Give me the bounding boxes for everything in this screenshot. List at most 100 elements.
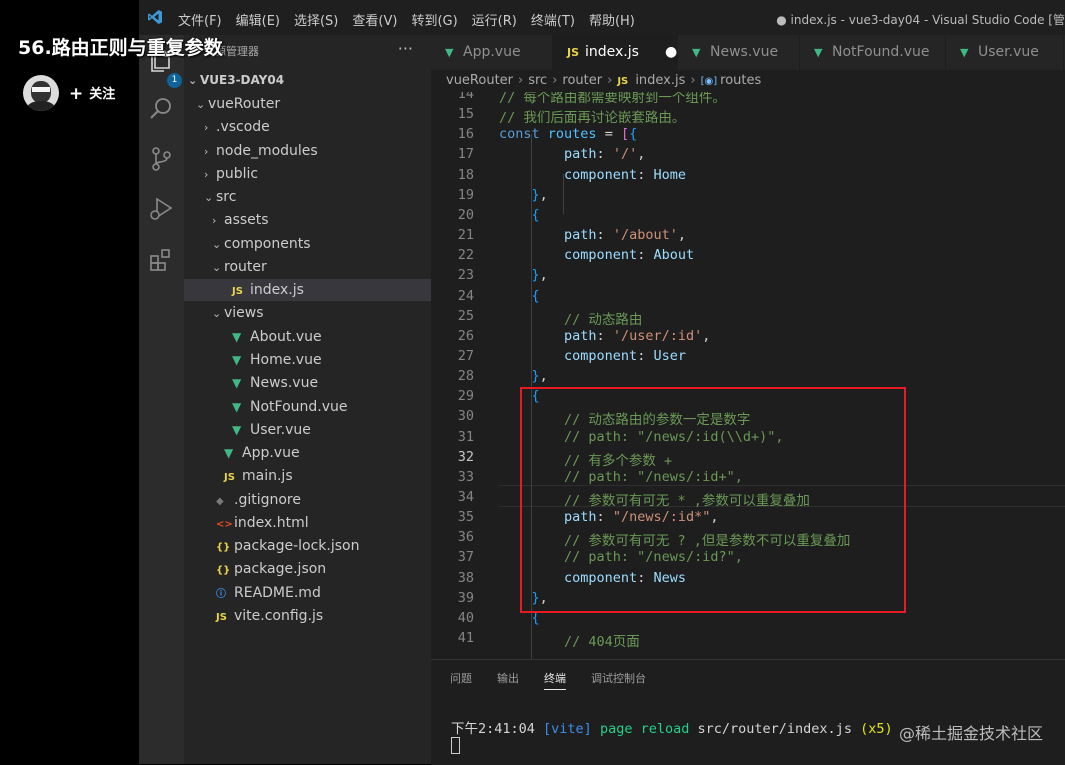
tab-index-js[interactable]: JS index.js ● <box>553 35 678 70</box>
tree-item-label: package-lock.json <box>234 538 360 555</box>
tree-item[interactable]: {} package-lock.json <box>184 535 431 557</box>
tree-item-label: components <box>224 235 311 252</box>
terminal-path: src/router/index.js <box>697 721 852 737</box>
terminal-output[interactable]: 下午2:41:04 [vite] page reload src/router/… <box>451 717 893 737</box>
tree-item-label: About.vue <box>250 328 322 345</box>
tree-item[interactable]: {} package.json <box>184 558 431 580</box>
extensions-icon[interactable] <box>147 245 175 273</box>
code-token: // 404页面 <box>564 634 640 651</box>
tree-item-label: README.md <box>234 584 321 601</box>
line-number: 35 <box>457 509 474 526</box>
code-line: component: Home <box>499 167 686 183</box>
tree-item[interactable]: ⓘ README.md <box>184 582 431 604</box>
tree-item[interactable]: JS main.js <box>184 465 431 487</box>
tree-item[interactable]: ⌄ components <box>184 233 431 255</box>
line-number: 41 <box>457 630 474 647</box>
title-bar: 文件(F) 编辑(E) 选择(S) 查看(V) 转到(G) 运行(R) 终端(T) 帮助(H)… <box>139 0 1065 35</box>
code-line: path: '/', <box>499 146 645 162</box>
tab-news-vue[interactable]: ▼ News.vue <box>678 35 800 70</box>
project-name: VUE3-DAY04 <box>200 73 285 87</box>
terminal-message: page reload <box>599 721 690 737</box>
project-title[interactable]: ⌄ VUE3-DAY04 <box>188 73 284 87</box>
breadcrumb-item[interactable]: router <box>562 73 602 88</box>
panel-tab[interactable]: 终端 <box>544 670 566 690</box>
breadcrumb-item[interactable]: vueRouter <box>446 73 513 88</box>
menu-item[interactable]: 转到(G) <box>411 14 457 29</box>
tree-item[interactable]: › node_modules <box>184 140 431 162</box>
avatar[interactable] <box>23 75 59 111</box>
code-token: // 动态路由 <box>564 311 643 328</box>
code-token: '/about' <box>612 227 678 244</box>
search-icon[interactable] <box>147 95 175 123</box>
tree-item[interactable]: JS index.js <box>184 279 431 302</box>
line-number: 17 <box>457 146 474 163</box>
tree-item[interactable]: ▼ About.vue <box>184 326 431 348</box>
line-number: 23 <box>457 267 474 284</box>
breadcrumb-item[interactable]: routes <box>720 73 761 88</box>
tree-item[interactable]: ▼ User.vue <box>184 419 431 441</box>
tree-item-label: News.vue <box>250 375 319 392</box>
tree-item[interactable]: ▼ Home.vue <box>184 349 431 371</box>
panel-tab[interactable]: 输出 <box>497 670 519 686</box>
tree-item[interactable]: › public <box>184 163 431 185</box>
tree-item[interactable]: ⌄ views <box>184 302 431 324</box>
tree-item[interactable]: ⌄ router <box>184 256 431 278</box>
tab-label: News.vue <box>710 44 779 60</box>
code-line: path: '/user/:id', <box>499 328 710 344</box>
menu-item[interactable]: 编辑(E) <box>236 14 280 29</box>
panel-tab[interactable]: 问题 <box>450 670 472 686</box>
breadcrumb-item[interactable]: index.js <box>635 73 685 88</box>
tree-item[interactable]: › assets <box>184 209 431 231</box>
tree-item-label: index.js <box>250 282 304 299</box>
chevron-down-icon: ⌄ <box>188 74 198 87</box>
editor-tab-bar: ▼ App.vue JS index.js ● ▼ News.vue ▼ NotFound.vu… <box>431 35 1065 70</box>
code-token: About <box>653 247 695 264</box>
tree-item[interactable]: ◆ .gitignore <box>184 489 431 511</box>
tree-item[interactable]: › .vscode <box>184 116 431 138</box>
vue-file-icon: ▼ <box>232 376 242 391</box>
chevron-down-icon: ⌄ <box>212 237 222 251</box>
tab-user-vue[interactable]: ▼ User.vue <box>946 35 1064 70</box>
follow-button[interactable]: + 关注 <box>69 83 115 104</box>
menu-item[interactable]: 文件(F) <box>178 14 222 29</box>
tree-item-label: vite.config.js <box>234 607 324 624</box>
tree-item[interactable]: ▼ News.vue <box>184 372 431 394</box>
tree-item[interactable]: ▼ NotFound.vue <box>184 396 431 418</box>
tree-item[interactable]: JS vite.config.js <box>184 605 431 627</box>
vue-file-icon: ▼ <box>224 446 234 461</box>
menu-item[interactable]: 运行(R) <box>472 14 517 29</box>
panel-tab[interactable]: 调试控制台 <box>591 670 646 686</box>
run-debug-icon[interactable] <box>147 195 175 223</box>
menu-item[interactable]: 终端(T) <box>531 14 575 29</box>
tree-item[interactable]: ⌄ vueRouter <box>184 93 431 115</box>
code-token: '/' <box>612 146 638 163</box>
code-line: }, <box>499 187 548 203</box>
source-control-icon[interactable] <box>147 145 175 173</box>
code-line: { <box>499 288 540 304</box>
tree-item[interactable]: ▼ App.vue <box>184 442 431 464</box>
line-number: 38 <box>457 569 474 586</box>
menu-item[interactable]: 帮助(H) <box>589 14 635 29</box>
line-number: 22 <box>457 247 474 264</box>
tab-app-vue[interactable]: ▼ App.vue <box>431 35 553 70</box>
menu-item[interactable]: 选择(S) <box>294 14 338 29</box>
line-number: 18 <box>457 166 474 183</box>
code-token: , <box>539 267 548 284</box>
tree-item-label: views <box>224 305 264 322</box>
tab-notfound-vue[interactable]: ▼ NotFound.vue <box>800 35 946 70</box>
breadcrumb-item[interactable]: src <box>528 73 547 88</box>
unsaved-dot-icon[interactable]: ● <box>665 44 677 60</box>
chevron-right-icon: › <box>204 121 209 135</box>
code-token: path <box>564 227 597 244</box>
menu-bar: 文件(F) 编辑(E) 选择(S) 查看(V) 转到(G) 运行(R) 终端(T) 帮助(H) <box>178 10 649 29</box>
code-line: const routes = [{ <box>499 126 637 142</box>
tree-item[interactable]: <>index.html <box>184 512 431 534</box>
tree-item[interactable]: ⌄ src <box>184 186 431 208</box>
tree-item-label: node_modules <box>216 142 318 159</box>
menu-item[interactable]: 查看(V) <box>352 14 397 29</box>
more-actions-icon[interactable]: ··· <box>398 39 413 58</box>
